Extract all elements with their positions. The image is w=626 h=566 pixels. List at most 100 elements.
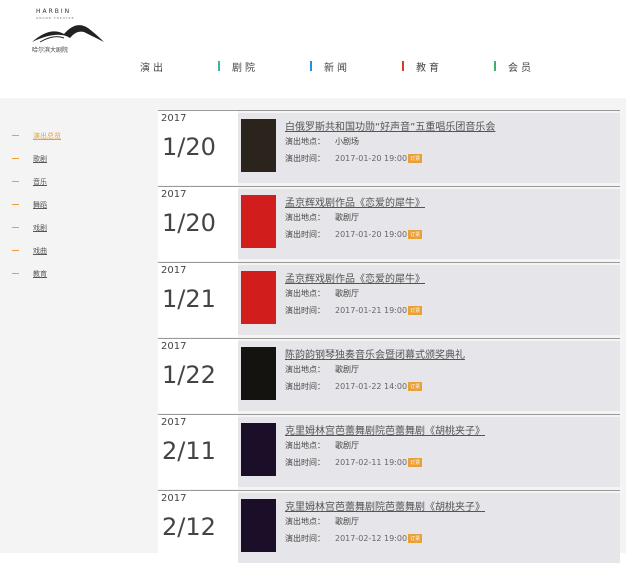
venue-value: 歌剧厅 [335,365,359,374]
sidebar-item[interactable]: 演出总览 [12,124,132,147]
sidebar-item[interactable]: 舞蹈 [12,193,132,216]
event-month-day: 1/22 [162,361,216,389]
event-time: 演出时间： 2017-01-20 19:00 订票 [285,153,423,164]
sidebar-item[interactable]: 戏剧 [12,216,132,239]
event-month-day: 2/11 [162,437,216,465]
sidebar-item-label: 戏曲 [33,246,47,255]
content-area: 演出总览歌剧音乐舞蹈戏剧戏曲教育 2017 1/20 白俄罗斯共和国功勋“好声音”五… [0,98,626,565]
event-title-link[interactable]: 白俄罗斯共和国功勋“好声音”五重唱乐团音乐会 [285,118,495,133]
sidebar-item[interactable]: 音乐 [12,170,132,193]
event-title-link[interactable]: 陈韵韵钢琴独奏音乐会暨闭幕式颁奖典礼 [285,346,465,361]
ticket-button[interactable]: 订票 [408,382,423,391]
event-date: 2017 2/11 [158,415,238,489]
event-row: 2017 1/22 陈韵韵钢琴独奏音乐会暨闭幕式颁奖典礼 演出地点： 歌剧厅 演出时间： 2… [158,338,620,413]
dash-icon [12,250,19,251]
event-poster[interactable] [241,423,276,476]
venue-label: 演出地点： [285,137,325,146]
mountain-logo-icon [32,25,104,43]
event-title-link[interactable]: 克里姆林宫芭蕾舞剧院芭蕾舞剧《胡桃夹子》 [285,422,485,437]
sidebar-item[interactable]: 教育 [12,262,132,285]
venue-value: 歌剧厅 [335,517,359,526]
event-poster[interactable] [241,347,276,400]
nav-item-label: 新闻 [324,62,350,74]
ticket-button[interactable]: 订票 [408,458,423,467]
sidebar-item-label: 演出总览 [33,131,61,140]
event-poster[interactable] [241,271,276,324]
time-label: 演出时间： [285,306,325,315]
main-nav: 演出 剧院 新闻 教育 会员 [140,58,586,74]
sidebar-item-label: 音乐 [33,177,47,186]
nav-item[interactable]: 剧院 [218,59,258,74]
ticket-button[interactable]: 订票 [408,306,423,315]
event-month-day: 2/12 [162,513,216,541]
event-title-link[interactable]: 克里姆林宫芭蕾舞剧院芭蕾舞剧《胡桃夹子》 [285,498,485,513]
time-value: 2017-01-22 14:00 [335,382,408,391]
venue-value: 小剧场 [335,137,359,146]
nav-item[interactable]: 演出 [140,59,166,74]
event-poster[interactable] [241,119,276,172]
dash-icon [12,135,19,136]
event-time: 演出时间： 2017-01-22 14:00 订票 [285,381,423,392]
event-time: 演出时间： 2017-02-11 19:00 订票 [285,457,423,468]
event-date: 2017 1/20 [158,111,238,185]
event-card: 克里姆林宫芭蕾舞剧院芭蕾舞剧《胡桃夹子》演出地点： 歌剧厅演出时间： 2017-02… [238,417,620,487]
event-card: 孟京辉戏剧作品《恋爱的犀牛》演出地点： 歌剧厅演出时间： 2017-01-21 19… [238,265,620,335]
event-month-day: 1/20 [162,209,216,237]
nav-divider [402,61,404,71]
event-date: 2017 1/22 [158,339,238,413]
sidebar-item-label: 舞蹈 [33,200,47,209]
event-venue: 演出地点： 歌剧厅 [285,440,359,451]
time-value: 2017-01-21 19:00 [335,306,408,315]
time-value: 2017-02-11 19:00 [335,458,408,467]
time-label: 演出时间： [285,154,325,163]
dash-icon [12,204,19,205]
sidebar-item[interactable]: 戏曲 [12,239,132,262]
nav-item[interactable]: 新闻 [310,59,350,74]
event-time: 演出时间： 2017-01-20 19:00 订票 [285,229,423,240]
nav-divider [494,61,496,71]
ticket-button[interactable]: 订票 [408,230,423,239]
nav-item-label: 剧院 [232,62,258,74]
time-value: 2017-01-20 19:00 [335,230,408,239]
venue-value: 歌剧厅 [335,441,359,450]
sidebar-item-label: 戏剧 [33,223,47,232]
time-value: 2017-01-20 19:00 [335,154,408,163]
site-logo[interactable]: HARBIN GRAND THEATRE 哈尔滨大剧院 [30,8,110,54]
nav-item-label: 会员 [508,62,534,74]
venue-label: 演出地点： [285,289,325,298]
nav-item[interactable]: 教育 [402,59,442,74]
event-year: 2017 [161,341,187,352]
event-row: 2017 1/20 白俄罗斯共和国功勋“好声音”五重唱乐团音乐会 演出地点： 小剧场 演出… [158,110,620,185]
ticket-button[interactable]: 订票 [408,154,423,163]
nav-item-label: 演出 [140,62,166,74]
event-title-link[interactable]: 孟京辉戏剧作品《恋爱的犀牛》 [285,270,425,285]
event-venue: 演出地点： 小剧场 [285,136,359,147]
event-time: 演出时间： 2017-02-12 19:00 订票 [285,533,423,544]
event-row: 2017 1/20 孟京辉戏剧作品《恋爱的犀牛》演出地点： 歌剧厅演出时间： 2017-… [158,186,620,261]
event-row: 2017 1/21 孟京辉戏剧作品《恋爱的犀牛》 演出地点： 歌剧厅 演出时间： 2017-… [158,262,620,337]
event-venue: 演出地点： 歌剧厅 [285,288,359,299]
event-year: 2017 [161,493,187,504]
event-venue: 演出地点： 歌剧厅 [285,212,359,223]
venue-value: 歌剧厅 [335,289,359,298]
event-card: 白俄罗斯共和国功勋“好声音”五重唱乐团音乐会演出地点： 小剧场演出时间： 2017-… [238,113,620,183]
time-label: 演出时间： [285,382,325,391]
event-poster[interactable] [241,499,276,552]
event-list: 2017 1/20 白俄罗斯共和国功勋“好声音”五重唱乐团音乐会 演出地点： 小剧场 演出… [158,110,620,566]
dash-icon [12,273,19,274]
sidebar-item[interactable]: 歌剧 [12,147,132,170]
venue-label: 演出地点： [285,213,325,222]
ticket-button[interactable]: 订票 [408,534,423,543]
event-year: 2017 [161,417,187,428]
event-title-link[interactable]: 孟京辉戏剧作品《恋爱的犀牛》 [285,194,425,209]
event-venue: 演出地点： 歌剧厅 [285,516,359,527]
dash-icon [12,227,19,228]
event-poster[interactable] [241,195,276,248]
event-year: 2017 [161,189,187,200]
event-card: 孟京辉戏剧作品《恋爱的犀牛》演出地点： 歌剧厅演出时间： 2017-01-20 19… [238,189,620,259]
event-month-day: 1/21 [162,285,216,313]
event-year: 2017 [161,113,187,124]
nav-item[interactable]: 会员 [494,59,534,74]
dash-icon [12,181,19,182]
event-date: 2017 1/20 [158,187,238,261]
